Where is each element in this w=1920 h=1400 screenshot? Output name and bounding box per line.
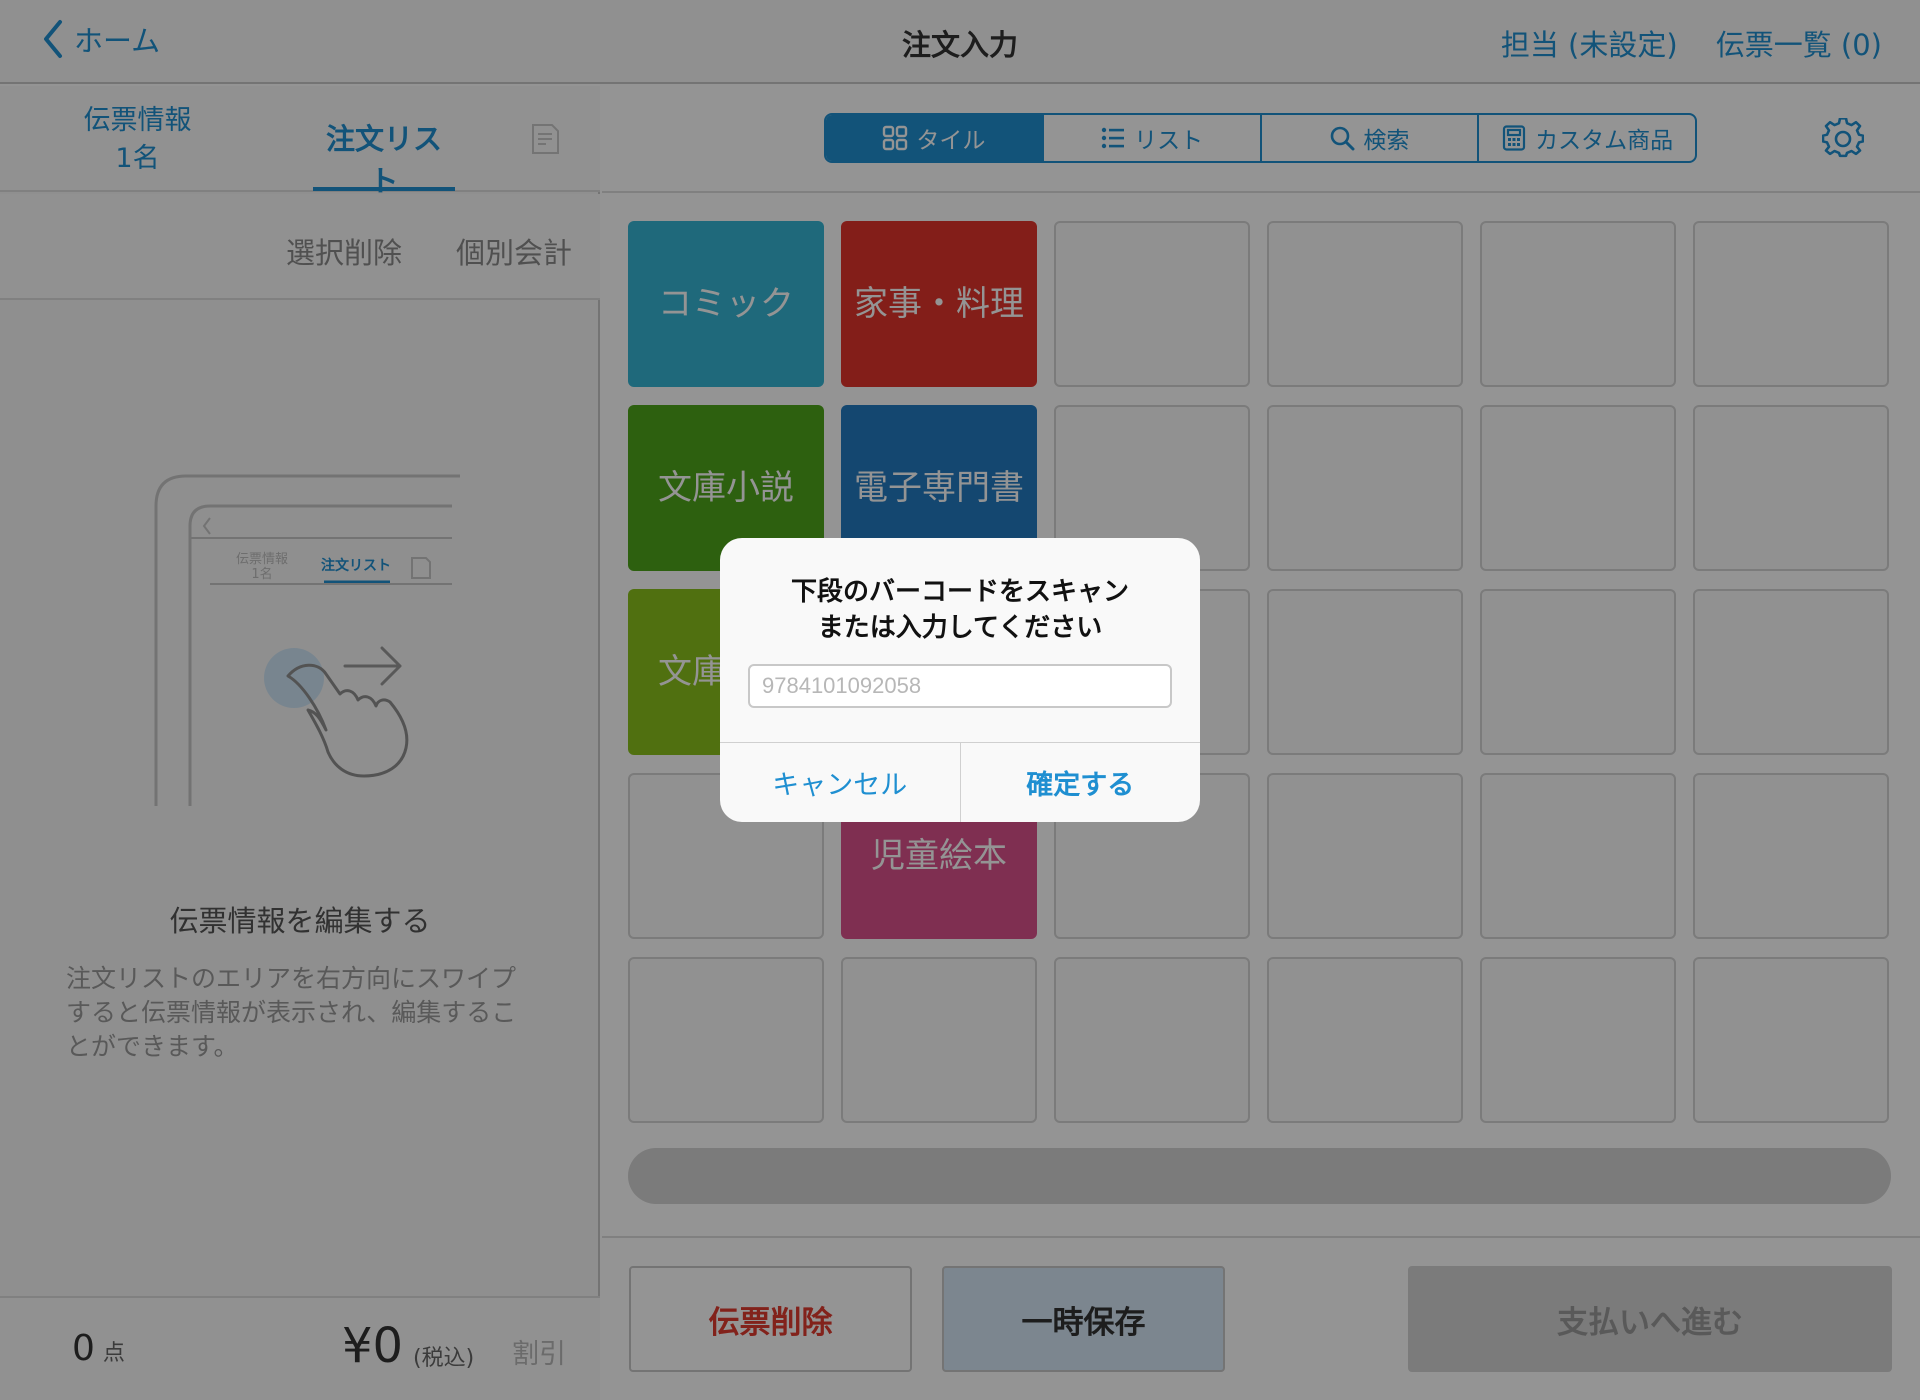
confirm-button[interactable]: 確定する — [961, 743, 1201, 822]
dialog-message-line2: または入力してください — [817, 613, 1103, 643]
dialog-message: 下段のバーコードをスキャン または入力してください — [720, 574, 1200, 646]
barcode-input[interactable] — [748, 664, 1172, 708]
cancel-button[interactable]: キャンセル — [720, 743, 961, 822]
barcode-dialog: 下段のバーコードをスキャン または入力してください キャンセル 確定する — [720, 538, 1200, 822]
dialog-message-line1: 下段のバーコードをスキャン — [790, 577, 1129, 607]
dialog-buttons: キャンセル 確定する — [720, 742, 1200, 822]
